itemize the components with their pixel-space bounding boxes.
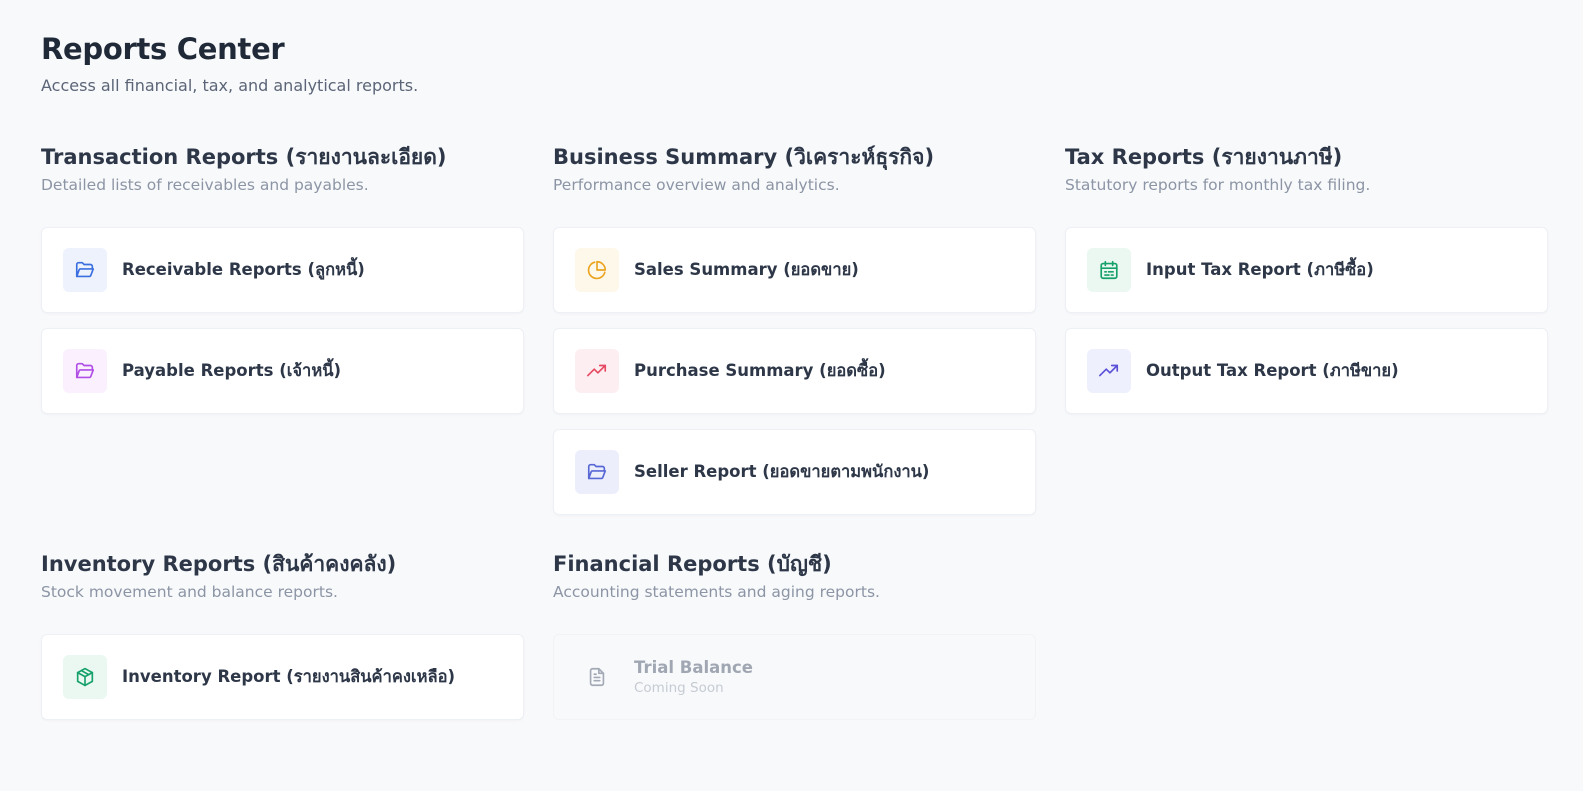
payable-reports-card[interactable]: Payable Reports (เจ้าหนี้) — [41, 328, 524, 414]
trending-up-icon — [575, 349, 619, 393]
section-description: Detailed lists of receivables and payabl… — [41, 176, 369, 194]
card-label: Trial Balance — [634, 658, 753, 677]
section-title: Transaction Reports (รายงานละเอียด) — [41, 145, 447, 169]
purchase-summary-card[interactable]: Purchase Summary (ยอดซื้อ) — [553, 328, 1036, 414]
card-label: Input Tax Report (ภาษีซื้อ) — [1146, 260, 1374, 279]
card-label: Sales Summary (ยอดขาย) — [634, 260, 859, 279]
section-description: Accounting statements and aging reports. — [553, 583, 880, 601]
card-label: Output Tax Report (ภาษีขาย) — [1146, 361, 1399, 380]
card-label: Payable Reports (เจ้าหนี้) — [122, 361, 342, 380]
folder-open-icon — [575, 450, 619, 494]
section-title: Tax Reports (รายงานภาษี) — [1065, 145, 1343, 169]
section-financial-reports: Financial Reports (บัญชี) Accounting sta… — [553, 551, 1036, 735]
box-icon — [63, 655, 107, 699]
calendar-icon — [1087, 248, 1131, 292]
section-title: Inventory Reports (สินค้าคงคลัง) — [41, 552, 397, 576]
section-title: Business Summary (วิเคราะห์ธุรกิจ) — [553, 145, 935, 169]
folder-open-icon — [63, 349, 107, 393]
section-inventory-reports: Inventory Reports (สินค้าคงคลัง) Stock m… — [41, 551, 524, 735]
sales-summary-card[interactable]: Sales Summary (ยอดขาย) — [553, 227, 1036, 313]
card-label: Inventory Report (รายงานสินค้าคงเหลือ) — [122, 667, 456, 686]
output-tax-report-card[interactable]: Output Tax Report (ภาษีขาย) — [1065, 328, 1548, 414]
reports-center-page: Reports Center Access all financial, tax… — [0, 0, 1583, 791]
receivable-reports-card[interactable]: Receivable Reports (ลูกหนี้) — [41, 227, 524, 313]
card-label: Receivable Reports (ลูกหนี้) — [122, 260, 365, 279]
trending-up-icon — [1087, 349, 1131, 393]
section-transaction-reports: Transaction Reports (รายงานละเอียด) Deta… — [41, 144, 524, 429]
coming-soon-label: Coming Soon — [634, 680, 724, 696]
section-business-summary: Business Summary (วิเคราะห์ธุรกิจ) Perfo… — [553, 144, 1036, 530]
inventory-report-card[interactable]: Inventory Report (รายงานสินค้าคงเหลือ) — [41, 634, 524, 720]
section-title: Financial Reports (บัญชี) — [553, 552, 832, 576]
section-description: Performance overview and analytics. — [553, 176, 840, 194]
section-tax-reports: Tax Reports (รายงานภาษี) Statutory repor… — [1065, 144, 1548, 429]
seller-report-card[interactable]: Seller Report (ยอดขายตามพนักงาน) — [553, 429, 1036, 515]
trial-balance-card: Trial Balance Coming Soon — [553, 634, 1036, 720]
pie-chart-icon — [575, 248, 619, 292]
document-icon — [575, 655, 619, 699]
page-title: Reports Center — [41, 32, 285, 66]
page-subtitle: Access all financial, tax, and analytica… — [41, 76, 419, 95]
section-description: Statutory reports for monthly tax filing… — [1065, 176, 1371, 194]
card-label: Seller Report (ยอดขายตามพนักงาน) — [634, 462, 930, 481]
section-description: Stock movement and balance reports. — [41, 583, 338, 601]
card-label: Purchase Summary (ยอดซื้อ) — [634, 361, 886, 380]
input-tax-report-card[interactable]: Input Tax Report (ภาษีซื้อ) — [1065, 227, 1548, 313]
folder-open-icon — [63, 248, 107, 292]
